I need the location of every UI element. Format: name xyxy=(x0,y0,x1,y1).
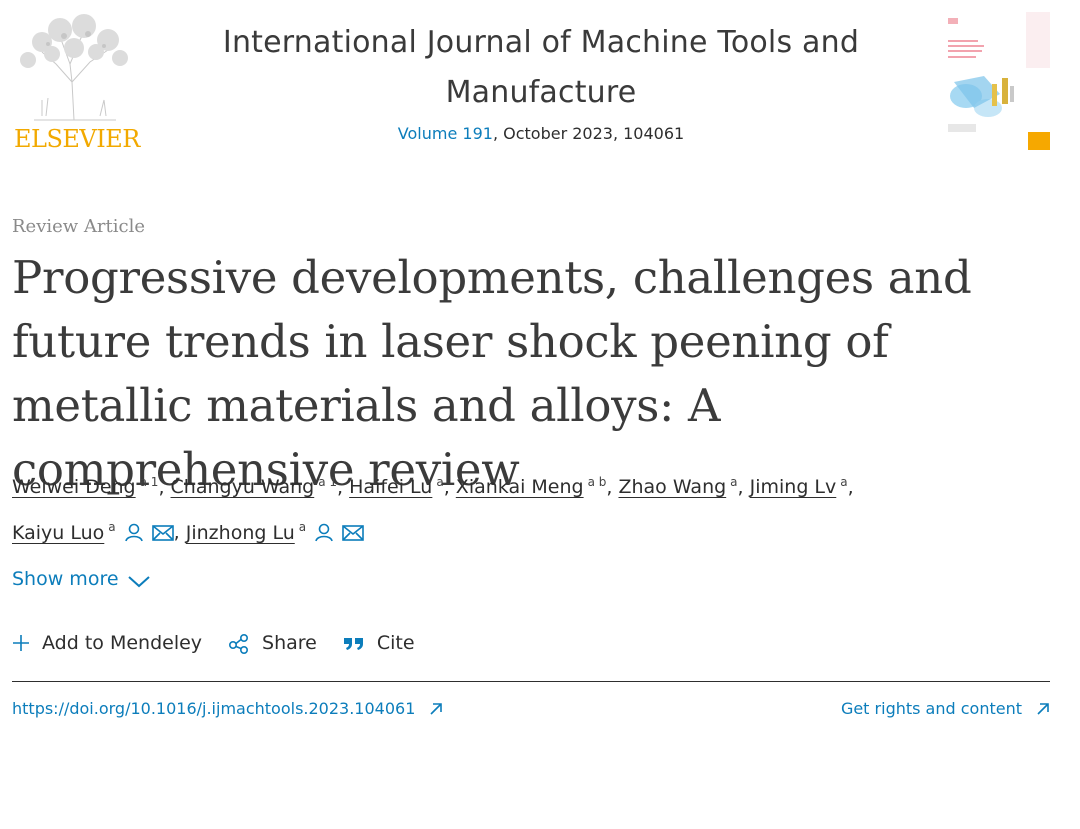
share-label: Share xyxy=(262,632,317,654)
author-item: Zhao Wang a xyxy=(618,475,737,498)
author-item: Jiming Lv a xyxy=(750,475,848,498)
author-name-link[interactable]: Weiwei Deng xyxy=(12,476,136,498)
show-more-button[interactable]: Show more xyxy=(12,568,151,590)
author-name-link[interactable]: Haifei Lu xyxy=(349,476,432,498)
person-icon[interactable] xyxy=(314,516,334,556)
author-name-link[interactable]: Jiming Lv xyxy=(750,476,837,498)
article-actions: Add to Mendeley Share Cite xyxy=(12,632,441,654)
author-list: Weiwei Deng a 1, Changyu Wang a 1, Haifei … xyxy=(12,462,1062,556)
author-name-link[interactable]: Zhao Wang xyxy=(618,476,726,498)
cite-label: Cite xyxy=(376,632,415,654)
external-arrow-icon xyxy=(1037,703,1049,715)
chevron-down-icon xyxy=(127,576,150,588)
journal-cover-icon xyxy=(944,12,1050,152)
elsevier-tree-logo-icon xyxy=(20,14,128,121)
author-name-link[interactable]: Jinzhong Lu xyxy=(186,522,295,544)
doi-link-text: https://doi.org/10.1016/j.ijmachtools.20… xyxy=(12,699,416,718)
author-item: Weiwei Deng a 1 xyxy=(12,475,159,498)
doi-link[interactable]: https://doi.org/10.1016/j.ijmachtools.20… xyxy=(12,699,443,718)
plus-icon xyxy=(13,635,29,651)
share-icon xyxy=(229,633,249,654)
divider-line xyxy=(12,681,1050,682)
author-affiliation[interactable]: a xyxy=(108,520,115,534)
journal-header: ELSEVIER International Journal of Machin… xyxy=(0,0,1080,165)
person-icon[interactable] xyxy=(124,516,144,556)
journal-meta: Volume 191, October 2023, 104061 xyxy=(160,124,922,143)
cite-button[interactable]: Cite xyxy=(343,632,415,654)
author-item: Haifei Lu a xyxy=(349,475,444,498)
external-arrow-icon xyxy=(430,703,443,715)
author-affiliation[interactable]: a xyxy=(436,475,443,489)
author-affiliation[interactable]: a b xyxy=(588,475,607,489)
journal-title[interactable]: International Journal of Machine Tools a… xyxy=(160,18,922,118)
author-affiliation[interactable]: a xyxy=(840,475,847,489)
envelope-icon[interactable] xyxy=(342,516,364,556)
show-more-label: Show more xyxy=(12,568,119,590)
article-type-label: Review Article xyxy=(12,216,145,237)
author-name-link[interactable]: Changyu Wang xyxy=(171,476,315,498)
add-to-mendeley-button[interactable]: Add to Mendeley xyxy=(12,632,202,654)
journal-info: International Journal of Machine Tools a… xyxy=(160,18,922,143)
author-affiliation[interactable]: a 1 xyxy=(318,475,337,489)
journal-cover-image[interactable] xyxy=(944,12,1050,152)
author-item: Xiankai Meng a b xyxy=(456,475,607,498)
envelope-icon[interactable] xyxy=(151,516,174,556)
quote-icon xyxy=(343,638,363,650)
volume-link[interactable]: Volume 191 xyxy=(398,124,493,143)
author-affiliation[interactable]: a xyxy=(299,520,306,534)
add-to-mendeley-label: Add to Mendeley xyxy=(42,632,203,654)
author-name-link[interactable]: Xiankai Meng xyxy=(456,476,584,498)
author-item: Jinzhong Lu a xyxy=(186,520,364,544)
author-item: Changyu Wang a 1 xyxy=(171,475,338,498)
author-item: Kaiyu Luo a xyxy=(12,520,174,544)
author-affiliation[interactable]: a 1 xyxy=(140,475,159,489)
rights-and-content-link[interactable]: Get rights and content xyxy=(841,699,1050,718)
publisher-name: ELSEVIER xyxy=(14,125,140,153)
author-name-link[interactable]: Kaiyu Luo xyxy=(12,522,104,544)
issue-details: , October 2023, 104061 xyxy=(492,124,685,143)
rights-link-text: Get rights and content xyxy=(840,699,1022,718)
author-affiliation[interactable]: a xyxy=(730,475,737,489)
share-button[interactable]: Share xyxy=(228,632,317,654)
